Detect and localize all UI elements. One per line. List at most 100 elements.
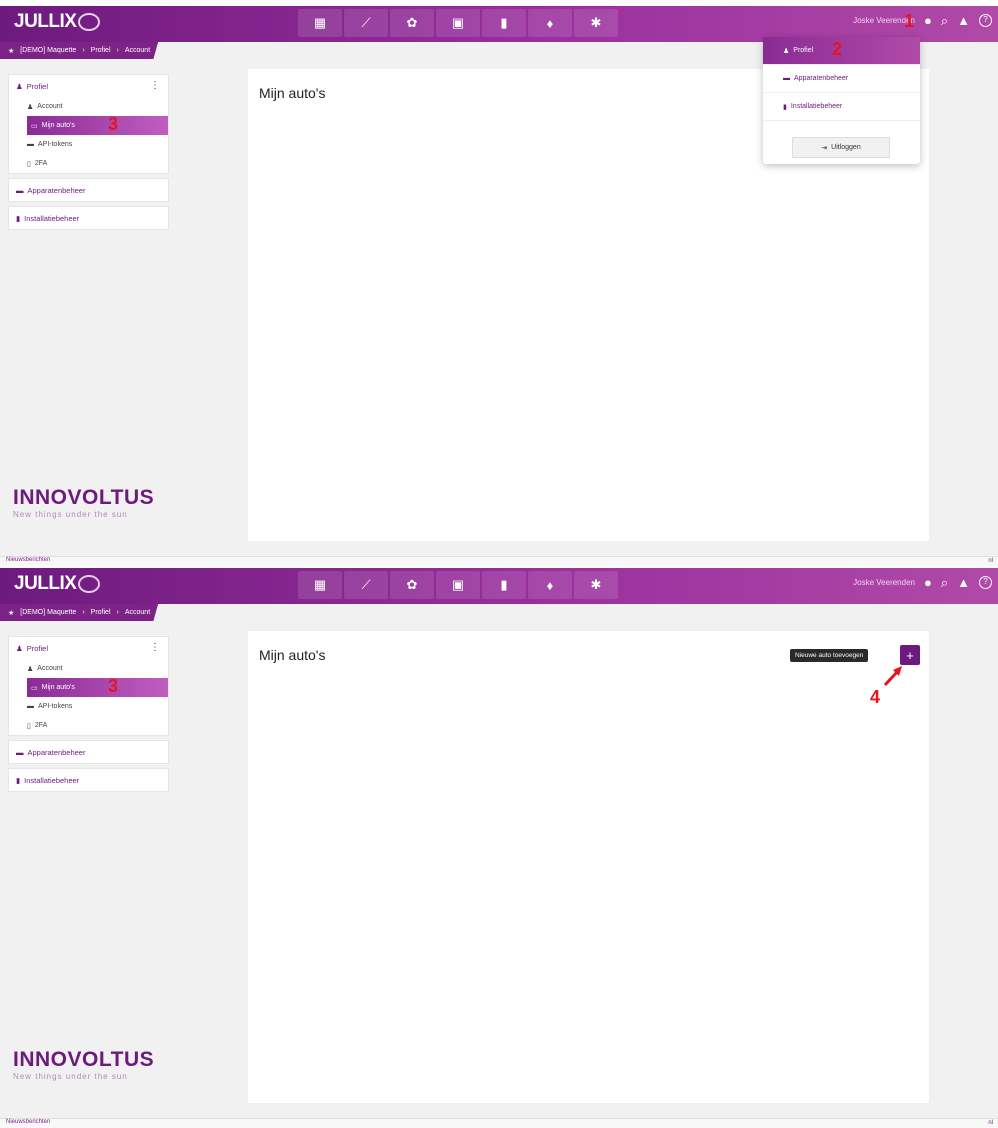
search-icon[interactable]: ⌕ — [941, 14, 948, 27]
battery-icon[interactable]: ▮ — [482, 9, 526, 37]
news-link[interactable]: Nieuwsberichten — [6, 1119, 50, 1125]
camera-icon[interactable]: ▣ — [436, 9, 480, 37]
breadcrumb-sep: › — [116, 47, 119, 54]
sidebar-item-2fa[interactable]: ▯ 2FA — [9, 716, 168, 735]
account-icon: ♟ — [27, 665, 34, 673]
logout-button[interactable]: ⇥ Uitloggen — [792, 137, 890, 158]
annotation-marker-2: 2 — [832, 39, 843, 59]
chart-icon[interactable]: ⟋ — [344, 571, 388, 599]
kebab-menu-icon[interactable]: ⋮ — [150, 80, 160, 91]
breadcrumb-item[interactable]: [DEMO] Maquette — [20, 609, 76, 616]
brand-logo: INNOVOLTUS New things under the sun — [13, 1048, 154, 1081]
settings-icon[interactable]: ✱ — [574, 571, 618, 599]
sidebar-item-api-tokens[interactable]: ▬ API-tokens — [9, 697, 168, 716]
language-selector[interactable]: nl — [988, 558, 993, 564]
breadcrumb-sep: › — [82, 609, 85, 616]
key-icon: ▬ — [27, 703, 34, 710]
profile-icon: ♟ — [16, 643, 23, 653]
plug-icon[interactable]: ♦ — [528, 571, 572, 599]
news-link[interactable]: Nieuwsberichten — [6, 557, 50, 563]
screenshot-panel-2: JULLIX ▦ ⟋ ✿ ▣ ▮ ♦ ✱ Joske Veerenden ● ⌕… — [0, 568, 998, 1128]
dashboard-icon[interactable]: ▦ — [298, 9, 342, 37]
brain-icon[interactable]: ✿ — [390, 9, 434, 37]
sidebar-item-profile[interactable]: ♟ Profiel ⋮ — [9, 637, 168, 659]
logo-mark-icon — [78, 574, 101, 593]
installations-icon: ▮ — [783, 103, 787, 111]
sidebar-item-my-cars[interactable]: ▭ Mijn auto's — [27, 116, 168, 135]
main-content: Mijn auto's Nieuwe auto toevoegen + 4 — [248, 631, 929, 1103]
breadcrumb-item[interactable]: [DEMO] Maquette — [20, 47, 76, 54]
breadcrumb-item[interactable]: Account — [125, 47, 150, 54]
chart-icon[interactable]: ⟋ — [344, 9, 388, 37]
sidebar-profile-group: ♟ Profiel ⋮ ♟ Account ▭ Mijn auto's ▬ API-t… — [8, 74, 169, 174]
breadcrumb-item[interactable]: Profiel — [91, 47, 111, 54]
page-title: Mijn auto's — [259, 85, 326, 101]
brand-name: INNOVOLTUS — [13, 486, 155, 509]
profile-icon: ♟ — [783, 47, 790, 55]
add-car-tooltip: Nieuwe auto toevoegen — [790, 649, 869, 662]
add-car-button[interactable]: + — [900, 645, 920, 665]
footer: Nieuwsberichten nl — [0, 556, 998, 566]
sidebar-item-profile[interactable]: ♟ Profiel ⋮ — [9, 75, 168, 97]
brand-logo: INNOVOLTUS New things under the sun — [13, 486, 154, 519]
sidebar: ♟ Profiel ⋮ ♟ Account ▭ Mijn auto's ▬ API-t… — [8, 636, 169, 796]
camera-icon[interactable]: ▣ — [436, 571, 480, 599]
sidebar-item-my-cars[interactable]: ▭ Mijn auto's — [27, 678, 168, 697]
account-icon: ♟ — [27, 103, 34, 111]
brand-tagline: New things under the sun — [13, 1072, 128, 1081]
bell-icon[interactable]: ▲ — [957, 576, 970, 589]
sidebar-item-api-tokens[interactable]: ▬ API-tokens — [9, 135, 168, 154]
breadcrumb: ★ [DEMO] Maquette › Profiel › Account — [0, 42, 159, 59]
language-selector[interactable]: nl — [988, 1120, 993, 1126]
devices-icon: ▬ — [16, 747, 24, 757]
screenshot-panel-1: JULLIX ▦ ⟋ ✿ ▣ ▮ ♦ ✱ Joske Veerenden ● ⌕… — [0, 6, 998, 566]
help-icon[interactable]: ? — [979, 14, 992, 27]
settings-icon[interactable]: ✱ — [574, 9, 618, 37]
home-icon[interactable]: ★ — [8, 47, 14, 55]
sidebar-item-account[interactable]: ♟ Account — [9, 659, 168, 678]
page-title: Mijn auto's — [259, 647, 326, 663]
app-logo[interactable]: JULLIX — [14, 11, 101, 33]
installations-icon: ▮ — [16, 775, 21, 785]
brain-icon[interactable]: ✿ — [390, 571, 434, 599]
sidebar-item-installations[interactable]: ▮ Installatiebeheer — [8, 768, 169, 792]
plug-icon[interactable]: ♦ — [528, 9, 572, 37]
logo-mark-icon — [78, 12, 101, 31]
annotation-marker-3: 3 — [108, 676, 119, 696]
sidebar-item-devices[interactable]: ▬ Apparatenbeheer — [8, 178, 169, 202]
user-icon[interactable]: ● — [924, 14, 932, 27]
car-icon: ▭ — [31, 684, 38, 692]
annotation-arrow-icon — [883, 666, 902, 687]
phone-icon: ▯ — [27, 160, 31, 168]
devices-icon: ▬ — [16, 185, 24, 195]
bell-icon[interactable]: ▲ — [957, 14, 970, 27]
help-icon[interactable]: ? — [979, 576, 992, 589]
sidebar-item-installations[interactable]: ▮ Installatiebeheer — [8, 206, 169, 230]
battery-icon[interactable]: ▮ — [482, 571, 526, 599]
profile-icon: ♟ — [16, 81, 23, 91]
breadcrumb-sep: › — [116, 609, 119, 616]
home-icon[interactable]: ★ — [8, 609, 14, 617]
installations-icon: ▮ — [16, 213, 21, 223]
brand-name: INNOVOLTUS — [13, 1048, 155, 1071]
breadcrumb-item[interactable]: Profiel — [91, 609, 111, 616]
breadcrumb-item[interactable]: Account — [125, 609, 150, 616]
sidebar-item-account[interactable]: ♟ Account — [9, 97, 168, 116]
top-bar: JULLIX ▦ ⟋ ✿ ▣ ▮ ♦ ✱ Joske Veerenden ● ⌕… — [0, 568, 998, 604]
brand-tagline: New things under the sun — [13, 510, 128, 519]
key-icon: ▬ — [27, 141, 34, 148]
logout-icon: ⇥ — [821, 144, 828, 152]
sidebar-item-2fa[interactable]: ▯ 2FA — [9, 154, 168, 173]
dropdown-item-devices[interactable]: ▬ Apparatenbeheer — [763, 65, 920, 93]
main-nav: ▦ ⟋ ✿ ▣ ▮ ♦ ✱ — [298, 571, 620, 599]
car-icon: ▭ — [31, 122, 38, 130]
search-icon[interactable]: ⌕ — [941, 576, 948, 589]
kebab-menu-icon[interactable]: ⋮ — [150, 642, 160, 653]
sidebar-item-devices[interactable]: ▬ Apparatenbeheer — [8, 740, 169, 764]
dropdown-item-installations[interactable]: ▮ Installatiebeheer — [763, 93, 920, 121]
dashboard-icon[interactable]: ▦ — [298, 571, 342, 599]
annotation-marker-4: 4 — [870, 687, 881, 707]
breadcrumb-sep: › — [82, 47, 85, 54]
user-icon[interactable]: ● — [924, 576, 932, 589]
app-logo[interactable]: JULLIX — [14, 573, 101, 595]
